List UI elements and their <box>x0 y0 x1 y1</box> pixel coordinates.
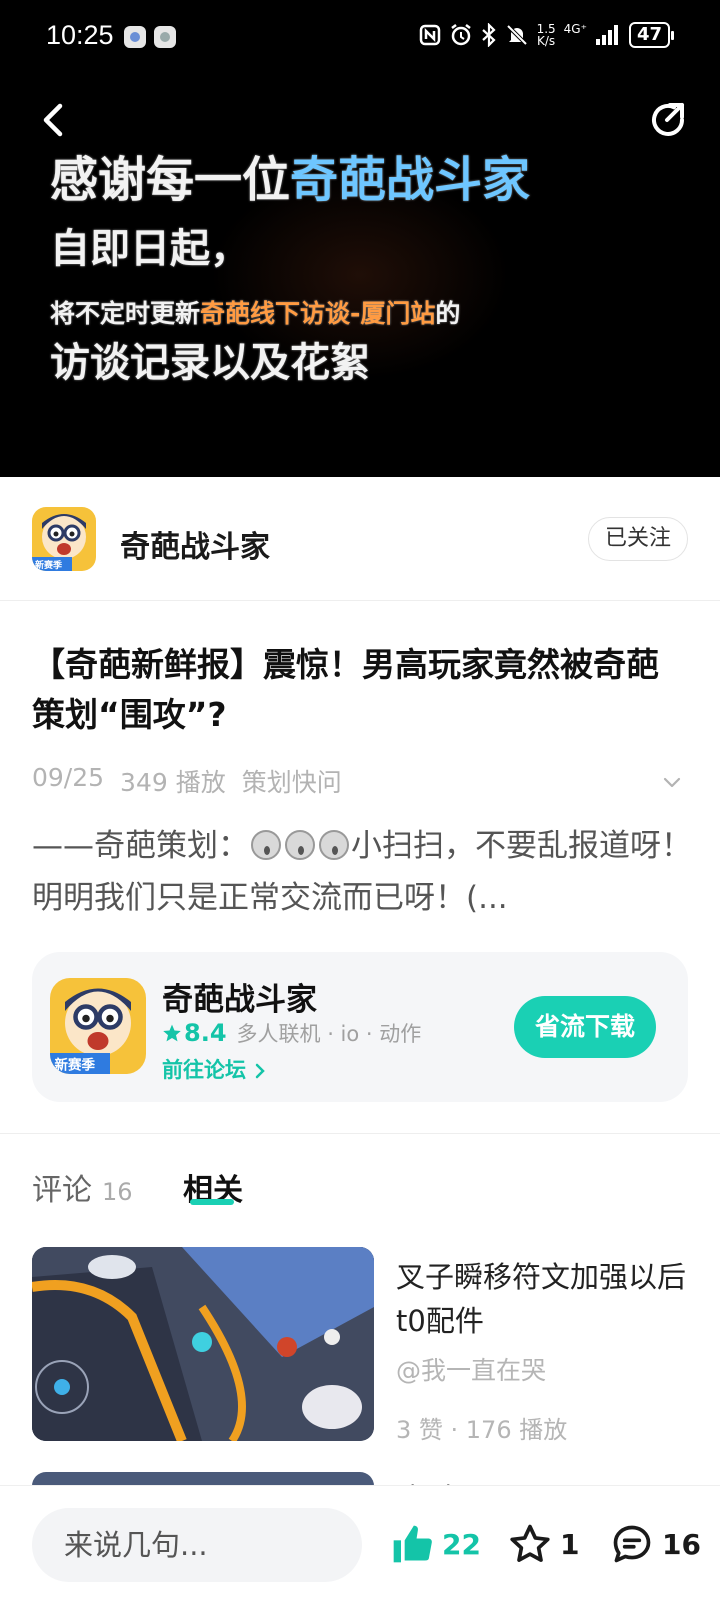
author-name[interactable]: 奇葩战斗家 <box>120 522 270 566</box>
author-row: 新赛季 奇葩战斗家 已关注 <box>0 477 720 601</box>
forum-link-label: 前往论坛 <box>162 1058 246 1082</box>
notification-app-icon <box>124 26 146 48</box>
network-type: 4G⁺ <box>563 22 587 36</box>
game-mascot-image: 新赛季 <box>32 507 96 571</box>
back-arrow-icon[interactable] <box>36 100 72 140</box>
video-caption-line2: 自即日起， <box>50 226 250 272</box>
status-icons: 1.5 K/s 4G⁺ 47 <box>419 22 675 48</box>
game-rating: 8.4 <box>162 1019 227 1047</box>
comment-bubble-icon <box>613 1525 651 1563</box>
favorite-button[interactable]: 1 <box>508 1512 579 1576</box>
tab-comments[interactable]: 评论 16 <box>32 1165 133 1209</box>
game-icon[interactable]: 新赛季 <box>50 978 146 1074</box>
game-mascot-image: 新赛季 <box>50 978 146 1074</box>
rating-value: 8.4 <box>184 1019 227 1047</box>
shocked-emoji-icon <box>251 830 281 860</box>
video-thumbnail <box>32 1247 374 1441</box>
game-card[interactable]: 新赛季 奇葩战斗家 8.4 多人联机 · io · 动作 前往论坛 省流下载 <box>32 952 688 1102</box>
caption-highlight: 奇葩战斗家 <box>290 152 531 208</box>
game-icon-badge: 新赛季 <box>55 1057 96 1074</box>
bluetooth-icon <box>481 23 496 47</box>
avatar[interactable]: 新赛季 <box>32 507 96 571</box>
status-time: 10:25 <box>46 20 114 50</box>
video-player[interactable]: 10:25 1.5 K/s 4G⁺ 47 感谢每一位奇葩战斗家 自即日起， 将不… <box>0 0 720 477</box>
nfc-icon <box>419 24 440 46</box>
video-caption-line1: 感谢每一位奇葩战斗家 <box>50 140 530 210</box>
post-meta: 09/25 349 播放 策划快问 <box>32 763 342 799</box>
bottom-action-bar: 22 1 16 <box>0 1485 720 1602</box>
thumbs-up-icon <box>393 1525 432 1563</box>
signal-icon <box>595 25 618 45</box>
caption-text: 感谢每一位 <box>50 152 291 208</box>
star-outline-icon <box>510 1524 550 1562</box>
comment-button[interactable]: 16 <box>610 1512 701 1576</box>
battery-indicator: 47 <box>628 22 675 48</box>
caption-text: 将不定时更新 <box>50 299 201 328</box>
mute-icon <box>506 24 527 46</box>
alarm-icon <box>450 24 471 46</box>
video-caption-line3: 将不定时更新奇葩线下访谈-厦门站的 <box>50 294 460 330</box>
share-icon[interactable] <box>646 98 690 142</box>
caption-text: 的 <box>435 299 461 328</box>
tab-comments-label: 评论 <box>32 1173 92 1208</box>
game-meta: 8.4 多人联机 · io · 动作 <box>162 1018 421 1048</box>
chevron-right-icon <box>256 1063 266 1079</box>
game-tags: 多人联机 · io · 动作 <box>236 1022 422 1046</box>
notification-app-icon <box>154 26 176 48</box>
tab-comments-count: 16 <box>102 1178 133 1206</box>
chevron-down-icon[interactable] <box>660 770 684 794</box>
star-icon <box>163 1024 181 1042</box>
avatar-badge: 新赛季 <box>35 559 63 571</box>
comment-count: 16 <box>662 1527 701 1561</box>
follow-button[interactable]: 已关注 <box>588 517 688 561</box>
post-date: 09/25 <box>32 763 105 792</box>
post-category[interactable]: 策划快问 <box>242 763 342 799</box>
video-caption-line4: 访谈记录以及花絮 <box>50 340 370 386</box>
active-tab-indicator <box>190 1199 234 1205</box>
comment-input[interactable] <box>32 1508 362 1582</box>
desc-text: ——奇葩策划： <box>32 828 249 864</box>
post-description[interactable]: ——奇葩策划： 小扫扫，不要乱报道呀！明明我们只是正常交流而已呀！(... <box>32 820 692 924</box>
forum-link[interactable]: 前往论坛 <box>162 1054 267 1084</box>
network-speed: 1.5 K/s <box>537 23 556 47</box>
download-button[interactable]: 省流下载 <box>514 996 656 1058</box>
favorite-count: 1 <box>560 1527 580 1561</box>
post-plays: 349 播放 <box>120 768 226 797</box>
status-bar: 10:25 1.5 K/s 4G⁺ 47 <box>0 0 720 76</box>
caption-highlight: 奇葩线下访谈-厦门站 <box>200 299 436 328</box>
shocked-emoji-icon <box>285 830 315 860</box>
related-video-stats: 3 赞 · 176 播放 <box>396 1416 568 1444</box>
game-name: 奇葩战斗家 <box>162 982 317 1018</box>
network-speed-unit: K/s <box>537 34 556 48</box>
like-count: 22 <box>442 1527 481 1561</box>
post-title: 【奇葩新鲜报】震惊！男高玩家竟然被奇葩策划“围攻”? <box>32 645 659 734</box>
like-button[interactable]: 22 <box>390 1512 481 1576</box>
related-video-title: 叉子瞬移符文加强以后t0配件 <box>396 1260 687 1338</box>
related-video-item[interactable]: 叉子瞬移符文加强以后t0配件 @我一直在哭 3 赞 · 176 播放 <box>32 1247 688 1444</box>
section-divider <box>0 1133 720 1134</box>
related-video-author: @我一直在哭 <box>396 1356 547 1385</box>
shocked-emoji-icon <box>319 830 349 860</box>
